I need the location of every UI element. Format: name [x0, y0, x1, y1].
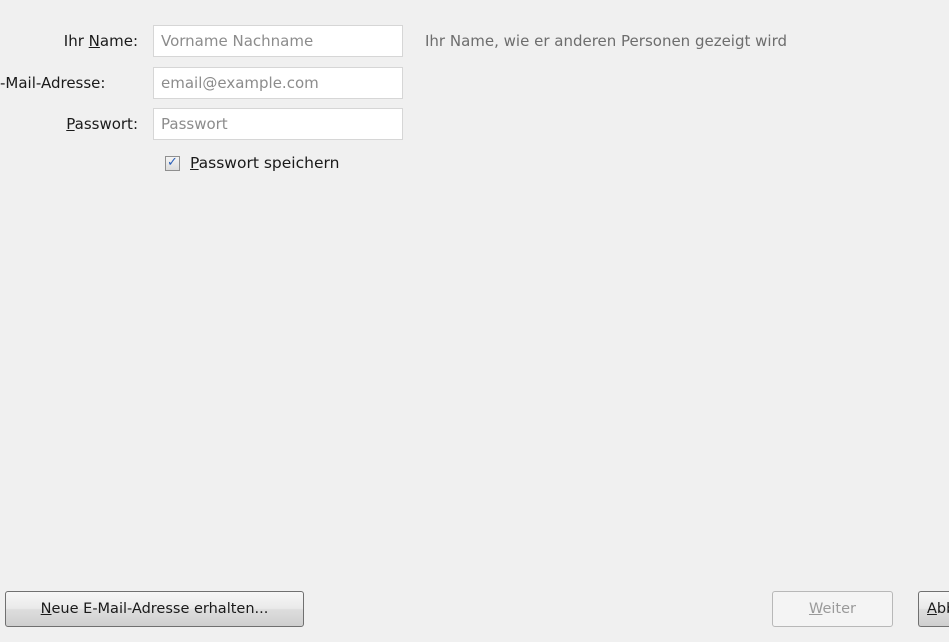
abort-button-label: Abbrechen — [927, 601, 949, 617]
account-setup-dialog: { "form": { "name": { "label_pre": "Ihr … — [0, 0, 949, 642]
remember-password-option[interactable]: ✓ Passwort speichern — [162, 150, 339, 176]
checkmark-icon: ✓ — [167, 154, 178, 170]
remember-password-checkbox[interactable]: ✓ — [165, 154, 180, 171]
abort-button[interactable]: Abbrechen — [918, 591, 949, 627]
password-input[interactable] — [153, 108, 403, 140]
email-label: -Mail-Adresse: — [0, 74, 106, 92]
next-button-label: Weiter — [808, 601, 857, 617]
name-hint: Ihr Name, wie er anderen Personen gezeig… — [425, 32, 787, 50]
password-label: Passwort: — [66, 115, 138, 133]
name-label: Ihr Name: — [63, 32, 138, 50]
password-row: Passwort: — [0, 108, 949, 140]
email-input[interactable] — [153, 67, 403, 99]
email-row: -Mail-Adresse: — [0, 67, 949, 99]
next-button[interactable]: Weiter — [772, 591, 893, 627]
new-email-address-button[interactable]: Neue E-Mail-Adresse erhalten... — [5, 591, 304, 627]
remember-password-label[interactable]: Passwort speichern — [190, 154, 339, 172]
new-email-address-button-label: Neue E-Mail-Adresse erhalten... — [40, 601, 269, 617]
name-row: Ihr Name: Ihr Name, wie er anderen Perso… — [0, 25, 949, 57]
name-input[interactable] — [153, 25, 403, 57]
